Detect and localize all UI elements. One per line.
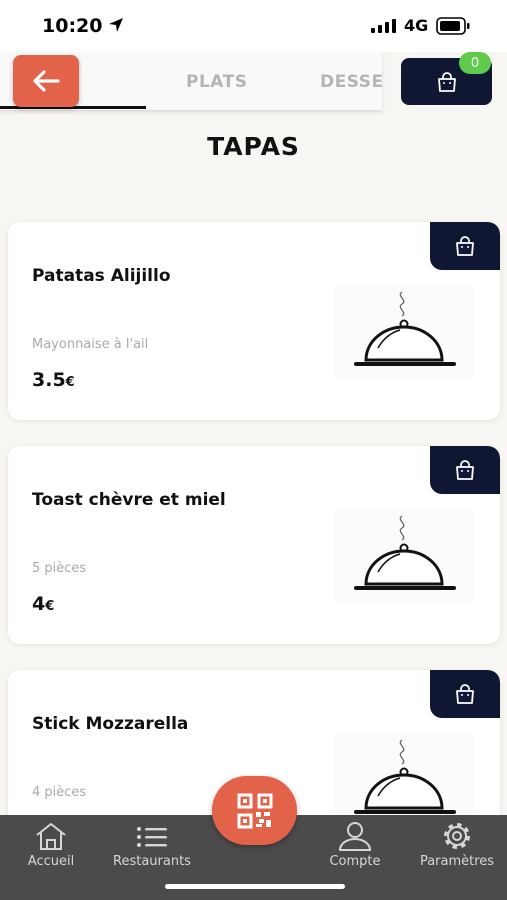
- tab-plats[interactable]: PLATS: [186, 72, 247, 92]
- product-price: 4€: [32, 593, 55, 615]
- status-bar: 10:20 4G: [0, 0, 507, 52]
- tab-desserts[interactable]: DESSE: [320, 72, 382, 92]
- product-image: [334, 508, 474, 604]
- add-to-cart-button[interactable]: [430, 670, 500, 718]
- section-title: TAPAS: [207, 132, 300, 161]
- cloche-icon: [354, 291, 456, 366]
- signal-icon: [371, 19, 396, 33]
- scan-qr-button[interactable]: [212, 776, 297, 845]
- cloche-icon: [354, 739, 456, 814]
- user-icon: [338, 822, 372, 851]
- gear-icon: [444, 823, 470, 849]
- product-card[interactable]: Patatas Alijillo Mayonnaise à l'ail 3.5€: [8, 222, 500, 420]
- product-name: Stick Mozzarella: [32, 714, 189, 734]
- shopping-bag-icon: [437, 71, 456, 92]
- nav-label: Restaurants: [113, 854, 191, 869]
- nav-item-compte[interactable]: Compte: [322, 821, 388, 869]
- back-button[interactable]: [13, 55, 79, 107]
- add-to-cart-button[interactable]: [430, 446, 500, 494]
- product-description: Mayonnaise à l'ail: [32, 337, 149, 352]
- shopping-bag-icon: [456, 684, 474, 704]
- arrow-left-icon: [33, 70, 60, 92]
- product-description: 4 pièces: [32, 785, 87, 800]
- home-indicator: [165, 884, 345, 889]
- product-card[interactable]: Toast chèvre et miel 5 pièces 4€: [8, 446, 500, 644]
- nav-item-parametres[interactable]: Paramètres: [411, 821, 503, 869]
- location-arrow-icon: [109, 18, 123, 32]
- product-image: [334, 732, 474, 828]
- nav-item-accueil[interactable]: Accueil: [21, 821, 81, 869]
- status-time: 10:20: [42, 15, 103, 37]
- shopping-bag-icon: [456, 460, 474, 480]
- cart-count-badge: 0: [459, 52, 491, 74]
- home-icon: [36, 823, 66, 850]
- qr-code-icon: [237, 793, 272, 828]
- nav-label: Compte: [329, 854, 381, 869]
- product-price: 3.5€: [32, 369, 75, 391]
- nav-item-restaurants[interactable]: Restaurants: [104, 821, 200, 869]
- product-description: 5 pièces: [32, 561, 87, 576]
- list-icon: [137, 827, 167, 847]
- shopping-bag-icon: [456, 236, 474, 256]
- battery-icon: [436, 17, 470, 35]
- nav-label: Accueil: [27, 854, 75, 869]
- add-to-cart-button[interactable]: [430, 222, 500, 270]
- network-label: 4G: [404, 16, 429, 35]
- product-name: Patatas Alijillo: [32, 266, 171, 286]
- nav-label: Paramètres: [419, 854, 495, 869]
- product-name: Toast chèvre et miel: [32, 490, 226, 510]
- cloche-icon: [354, 515, 456, 590]
- product-image: [334, 284, 474, 380]
